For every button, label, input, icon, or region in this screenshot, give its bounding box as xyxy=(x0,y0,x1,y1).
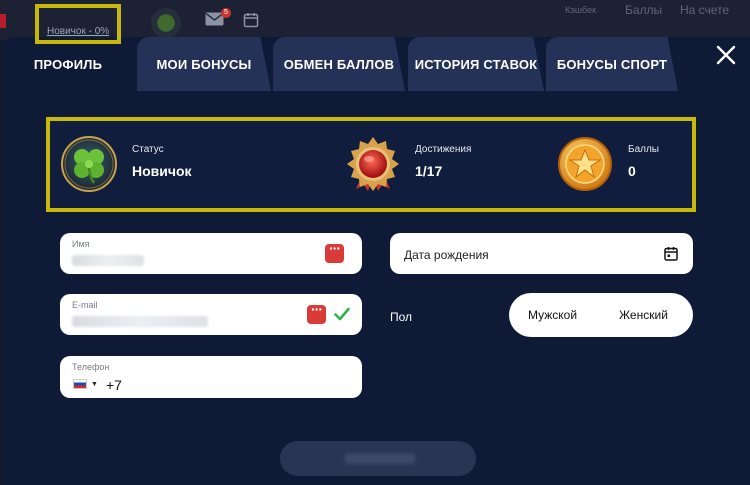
tab-points-exchange[interactable]: ОБМЕН БАЛЛОВ xyxy=(273,37,405,91)
calendar-icon[interactable] xyxy=(243,12,259,28)
save-button[interactable] xyxy=(280,441,476,476)
email-field-label: E-mail xyxy=(72,300,98,310)
status-stat: Статус Новичок xyxy=(50,121,290,208)
password-manager-icon[interactable] xyxy=(325,240,344,263)
name-field[interactable]: Имя xyxy=(60,233,362,274)
points-link[interactable]: Баллы xyxy=(625,3,662,17)
password-manager-icon[interactable] xyxy=(307,301,326,324)
red-edge-marker xyxy=(0,14,6,28)
name-value-redacted xyxy=(72,255,144,266)
verified-check-icon xyxy=(334,307,350,321)
tab-label: БОНУСЫ СПОРТ xyxy=(556,56,668,72)
points-label: Баллы xyxy=(628,144,659,155)
profile-content: Статус Новичок Достижения 1/17 Баллы 0 И… xyxy=(3,91,750,485)
points-value: 0 xyxy=(628,163,636,179)
calendar-icon[interactable] xyxy=(664,246,678,261)
balance-link[interactable]: На счете xyxy=(680,3,729,17)
save-button-label-redacted xyxy=(345,453,415,464)
gender-option-male[interactable]: Мужской xyxy=(528,293,577,337)
email-field[interactable]: E-mail xyxy=(60,294,362,335)
achievements-label: Достижения xyxy=(415,144,472,155)
gender-option-female[interactable]: Женский xyxy=(619,293,668,337)
clover-badge-icon xyxy=(61,136,117,192)
phone-field-label: Телефон xyxy=(72,362,110,372)
star-coin-icon xyxy=(558,137,612,191)
tab-label: МОИ БОНУСЫ xyxy=(156,56,252,72)
status-value: Новичок xyxy=(132,163,192,179)
close-icon[interactable] xyxy=(714,43,738,67)
achievements-stat[interactable]: Достижения 1/17 xyxy=(340,121,540,208)
tab-bet-history[interactable]: ИСТОРИЯ СТАВОК xyxy=(408,37,544,91)
mail-count-badge: 5 xyxy=(221,8,231,18)
site-top-bar: Новичок - 0% 5 Кэшбек Баллы На счете xyxy=(0,0,750,44)
status-label: Статус xyxy=(132,144,164,155)
medal-icon xyxy=(347,137,399,191)
russia-flag-icon[interactable] xyxy=(73,379,87,389)
gender-label: Пол xyxy=(390,310,413,324)
points-stat: Баллы 0 xyxy=(550,121,696,208)
cashback-link[interactable]: Кэшбек xyxy=(565,5,596,15)
tab-sport-bonuses[interactable]: БОНУСЫ СПОРТ xyxy=(546,37,678,91)
tab-label: ИСТОРИЯ СТАВОК xyxy=(414,56,538,72)
phone-field[interactable]: Телефон ▼ +7 xyxy=(60,356,362,398)
birthdate-placeholder: Дата рождения xyxy=(404,248,489,262)
chevron-down-icon[interactable]: ▼ xyxy=(91,381,98,388)
tab-profile[interactable]: ПРОФИЛЬ xyxy=(3,37,133,91)
gender-toggle: Мужской Женский xyxy=(509,293,693,337)
name-field-label: Имя xyxy=(72,239,90,249)
level-progress-label: Новичок - 0% xyxy=(47,26,110,37)
tab-bar: ПРОФИЛЬ МОИ БОНУСЫ ОБМЕН БАЛЛОВ ИСТОРИЯ … xyxy=(3,37,703,91)
avatar[interactable] xyxy=(151,8,181,38)
email-value-redacted xyxy=(72,316,208,327)
profile-modal: ПРОФИЛЬ МОИ БОНУСЫ ОБМЕН БАЛЛОВ ИСТОРИЯ … xyxy=(3,37,750,485)
birthdate-field[interactable]: Дата рождения xyxy=(390,233,693,274)
tab-my-bonuses[interactable]: МОИ БОНУСЫ xyxy=(137,37,271,91)
level-progress-chip[interactable]: Новичок - 0% xyxy=(35,4,121,44)
achievements-value: 1/17 xyxy=(415,163,443,179)
phone-country-code: +7 xyxy=(106,377,122,393)
tab-label: ОБМЕН БАЛЛОВ xyxy=(283,56,395,72)
tab-label: ПРОФИЛЬ xyxy=(33,56,103,72)
stats-panel: Статус Новичок Достижения 1/17 Баллы 0 xyxy=(46,117,696,212)
